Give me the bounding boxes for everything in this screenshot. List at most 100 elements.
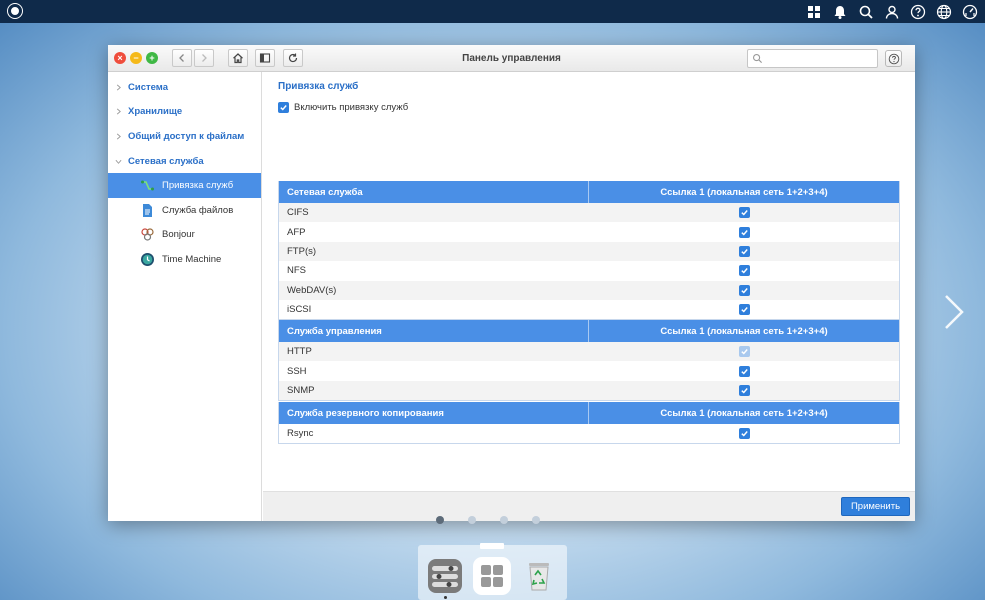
page-dot[interactable] [468,516,476,524]
page-dot[interactable] [436,516,444,524]
sidebar-item-label: Система [128,81,168,93]
search-icon[interactable] [857,3,875,21]
back-button[interactable] [172,49,192,67]
chevron-right-icon [108,133,128,140]
dock-tab [480,543,504,549]
dashboard-gauge-icon[interactable] [961,3,979,21]
desktop-page-indicator [436,516,540,524]
checkbox-checked-icon[interactable] [738,207,750,219]
column-header-link: Ссылка 1 (локальная сеть 1+2+3+4) [660,407,828,419]
sidebar-item-file-service[interactable]: Служба файлов [108,198,261,223]
table-header: Служба резервного копирования Ссылка 1 (… [279,402,899,424]
toggle-sidebar-button[interactable] [255,49,275,67]
next-page-arrow-icon[interactable] [940,292,968,332]
refresh-button[interactable] [283,49,303,67]
dashboard-grid-icon[interactable] [805,3,823,21]
search-box[interactable] [747,49,878,68]
service-name: WebDAV(s) [287,284,337,296]
window-footer: Применить [263,491,915,521]
column-header-link: Ссылка 1 (локальная сеть 1+2+3+4) [660,186,828,198]
checkbox-checked-icon[interactable] [738,304,750,316]
column-header-service: Служба управления [279,320,589,342]
language-globe-icon[interactable] [935,3,953,21]
search-input[interactable] [767,53,867,64]
sidebar-item-system[interactable]: Система [108,75,261,100]
checkbox-checked-icon[interactable] [278,102,289,113]
table-row: WebDAV(s) [279,280,899,300]
page-dot[interactable] [500,516,508,524]
sidebar-item-time-machine[interactable]: Time Machine [108,247,261,272]
service-name: SSH [287,365,307,377]
qnap-logo-icon[interactable] [7,3,23,19]
table-row: AFP [279,222,899,241]
chevron-right-icon [202,54,207,62]
page-dot[interactable] [532,516,540,524]
service-name: Rsync [287,428,314,440]
table-row: iSCSI [279,300,899,319]
table-row: SNMP [279,380,899,401]
enable-service-binding-label: Включить привязку служб [294,102,409,113]
sidebar-item-network-service[interactable]: Сетевая служба [108,149,261,174]
service-binding-icon [140,178,155,193]
table-row: NFS [279,261,899,280]
sidebar-item-file-sharing[interactable]: Общий доступ к файлам [108,124,261,149]
top-bar [0,0,985,23]
column-header-service: Сетевая служба [279,181,589,203]
sidebar-item-label: Привязка служб [162,180,234,192]
service-name: CIFS [287,207,309,219]
table-row: CIFS [279,203,899,223]
table-row: SSH [279,361,899,380]
sidebar: Система Хранилище Общий доступ к файлам … [108,72,262,521]
table-header: Служба управления Ссылка 1 (локальная се… [279,320,899,342]
control-panel-app-icon[interactable] [426,557,464,595]
notification-bell-icon[interactable] [831,3,849,21]
service-name: HTTP [287,346,312,358]
refresh-icon [288,53,298,63]
checkbox-checked-icon[interactable] [738,428,750,440]
user-icon[interactable] [883,3,901,21]
sidebar-item-storage[interactable]: Хранилище [108,100,261,125]
home-icon [233,53,243,64]
page-title: Привязка служб [278,81,359,92]
network-service-table: Сетевая служба Ссылка 1 (локальная сеть … [278,181,900,321]
help-icon[interactable] [909,3,927,21]
time-machine-icon [140,252,155,267]
app-center-icon[interactable] [473,557,511,595]
sidebar-item-service-binding[interactable]: Привязка служб [108,173,261,198]
chevron-right-icon [108,108,128,115]
sidebar-panel-icon [259,53,271,63]
recycle-bin-icon[interactable] [520,557,558,595]
checkbox-checked-icon[interactable] [738,265,750,277]
checkbox-checked-icon[interactable] [738,384,750,396]
search-icon [753,54,763,64]
table-header: Сетевая служба Ссылка 1 (локальная сеть … [279,181,899,203]
backup-service-table: Служба резервного копирования Ссылка 1 (… [278,402,900,445]
checkbox-checked-icon[interactable] [738,284,750,296]
minimize-window-button[interactable]: − [130,52,142,64]
chevron-right-icon [108,84,128,91]
bonjour-icon [140,227,155,242]
checkbox-checked-icon[interactable] [738,226,750,238]
chevron-down-icon [108,158,128,165]
close-window-button[interactable]: × [114,52,126,64]
service-name: iSCSI [287,304,312,316]
sidebar-item-bonjour[interactable]: Bonjour [108,223,261,248]
forward-button[interactable] [194,49,214,67]
home-button[interactable] [228,49,248,67]
main-content: Привязка служб Включить привязку служб С… [263,72,915,491]
apply-button[interactable]: Применить [841,497,910,516]
sidebar-item-label: Time Machine [162,253,222,265]
maximize-window-button[interactable]: + [146,52,158,64]
column-header-service: Служба резервного копирования [279,402,589,424]
checkbox-checked-icon[interactable] [738,245,750,257]
help-button[interactable] [885,50,902,67]
sidebar-item-label: Общий доступ к файлам [128,130,245,142]
checkbox-checked-icon[interactable] [738,365,750,377]
management-service-table: Служба управления Ссылка 1 (локальная се… [278,320,900,402]
sidebar-item-label: Служба файлов [162,204,234,216]
help-icon [888,53,899,64]
enable-service-binding-checkbox[interactable]: Включить привязку служб [278,102,408,113]
control-panel-window: Панель управления × − + Система Хранилищ… [108,45,915,521]
checkbox-checked-disabled-icon [738,346,750,358]
service-name: SNMP [287,384,315,396]
